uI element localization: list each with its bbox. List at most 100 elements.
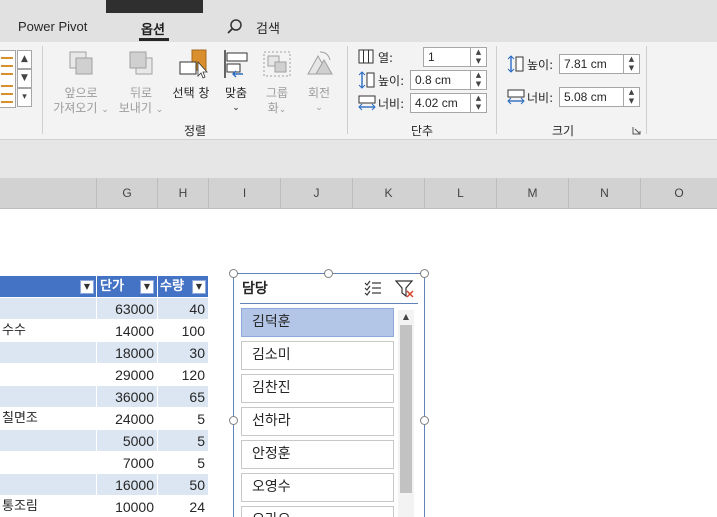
table-cell-text[interactable]: 칠면조 bbox=[0, 408, 97, 430]
resize-handle[interactable] bbox=[229, 416, 238, 425]
slicer-item[interactable]: 안정훈 bbox=[241, 440, 394, 469]
table-header-price[interactable]: 단가 ▼ bbox=[97, 276, 158, 298]
slicer-scrollbar[interactable]: ▲ bbox=[398, 310, 414, 517]
table-cell-qty[interactable]: 40 bbox=[158, 298, 209, 320]
scroll-thumb[interactable] bbox=[400, 325, 412, 493]
resize-handle[interactable] bbox=[420, 416, 429, 425]
resize-handle[interactable] bbox=[229, 269, 238, 278]
clear-filter-icon[interactable] bbox=[395, 280, 415, 298]
table-cell-price[interactable]: 18000 bbox=[97, 342, 158, 364]
slicer-height-spinner[interactable]: ▲ ▼ bbox=[624, 54, 640, 74]
filter-dropdown-icon[interactable]: ▼ bbox=[192, 280, 206, 294]
table-cell-price[interactable]: 29000 bbox=[97, 364, 158, 386]
table-cell-text[interactable] bbox=[0, 298, 97, 320]
button-height-spinner[interactable]: ▲ ▼ bbox=[471, 70, 487, 90]
button-width-input[interactable]: 4.02 cm bbox=[410, 93, 471, 113]
resize-handle[interactable] bbox=[324, 269, 333, 278]
table-cell-qty[interactable]: 24 bbox=[158, 496, 209, 517]
active-tab-indicator-dark bbox=[106, 0, 203, 13]
table-cell-price[interactable]: 7000 bbox=[97, 452, 158, 474]
ribbon-tab-row: Power Pivot 옵션 검색 bbox=[0, 13, 717, 42]
slicer-panel[interactable]: 담당 김덕훈김소미김찬진선하라안정훈오영수오라오 ▲ bbox=[233, 273, 425, 517]
button-height-input[interactable]: 0.8 cm bbox=[410, 70, 471, 90]
column-header-o[interactable]: O bbox=[640, 178, 717, 209]
table-header-qty[interactable]: 수량 ▼ bbox=[158, 276, 209, 298]
column-header-j[interactable]: J bbox=[280, 178, 352, 209]
table-cell-qty[interactable]: 5 bbox=[158, 430, 209, 452]
send-backward-label-2: 보내기 bbox=[118, 101, 152, 115]
slicer-item[interactable]: 오라오 bbox=[241, 506, 394, 517]
column-header-g[interactable]: G bbox=[96, 178, 157, 209]
bring-forward-button[interactable]: 앞으로 가져오기 ⌄ bbox=[50, 48, 112, 118]
table-cell-price[interactable]: 10000 bbox=[97, 496, 158, 517]
column-header-m[interactable]: M bbox=[496, 178, 568, 209]
table-cell-text[interactable]: 수수 bbox=[0, 320, 97, 342]
search-box-label[interactable]: 검색 bbox=[256, 18, 280, 37]
table-cell-qty[interactable]: 65 bbox=[158, 386, 209, 408]
dialog-launcher-icon[interactable] bbox=[632, 126, 641, 135]
slicer-title: 담당 bbox=[242, 281, 268, 297]
column-headers: G H I J K L M N O bbox=[0, 178, 717, 209]
scroll-up-icon[interactable]: ▲ bbox=[398, 310, 414, 324]
gallery-down-button[interactable]: ▼ bbox=[17, 69, 32, 88]
table-cell-qty[interactable]: 50 bbox=[158, 474, 209, 496]
table-cell-price[interactable]: 24000 bbox=[97, 408, 158, 430]
table-cell-qty[interactable]: 5 bbox=[158, 452, 209, 474]
slicer-width-input[interactable]: 5.08 cm bbox=[559, 87, 624, 107]
rotate-button[interactable]: 회전 ⌄ bbox=[300, 48, 338, 116]
filter-dropdown-icon[interactable]: ▼ bbox=[80, 280, 94, 294]
slicer-height-input[interactable]: 7.81 cm bbox=[559, 54, 624, 74]
button-width-spinner[interactable]: ▲ ▼ bbox=[471, 93, 487, 113]
send-backward-button[interactable]: 뒤로 보내기 ⌄ bbox=[115, 48, 167, 118]
table-cell-qty[interactable]: 120 bbox=[158, 364, 209, 386]
filter-dropdown-icon[interactable]: ▼ bbox=[140, 280, 154, 294]
align-button[interactable]: 맞춤 ⌄ bbox=[217, 48, 255, 116]
tab-options[interactable]: 옵션 bbox=[141, 19, 165, 38]
table-cell-text[interactable] bbox=[0, 364, 97, 386]
slicer-item[interactable]: 김덕훈 bbox=[241, 308, 394, 337]
table-header-cell[interactable]: ▼ bbox=[0, 276, 97, 298]
column-header-n[interactable]: N bbox=[568, 178, 640, 209]
table-cell-text[interactable] bbox=[0, 452, 97, 474]
columns-input[interactable]: 1 bbox=[423, 47, 471, 67]
table-row: 63000 40 bbox=[0, 298, 210, 320]
column-header-l[interactable]: L bbox=[424, 178, 496, 209]
table-cell-qty[interactable]: 100 bbox=[158, 320, 209, 342]
table-cell-price[interactable]: 14000 bbox=[97, 320, 158, 342]
table-cell-price[interactable]: 63000 bbox=[97, 298, 158, 320]
slicer-item[interactable]: 오영수 bbox=[241, 473, 394, 502]
gallery-up-button[interactable]: ▲ bbox=[17, 50, 32, 69]
gallery-more-button[interactable]: ▾ bbox=[17, 88, 32, 107]
resize-handle[interactable] bbox=[420, 269, 429, 278]
column-header-k[interactable]: K bbox=[352, 178, 424, 209]
height-icon bbox=[358, 71, 375, 89]
slicer-item[interactable]: 김찬진 bbox=[241, 374, 394, 403]
table-cell-price[interactable]: 5000 bbox=[97, 430, 158, 452]
column-header-h[interactable]: H bbox=[157, 178, 208, 209]
slicer-item[interactable]: 김소미 bbox=[241, 341, 394, 370]
table-cell-text[interactable]: 통조림 bbox=[0, 496, 97, 517]
slicer-item[interactable]: 선하라 bbox=[241, 407, 394, 436]
group-button[interactable]: 그룹 화⌄ bbox=[259, 48, 295, 118]
chevron-down-icon: ⌄ bbox=[155, 105, 164, 115]
table-cell-price[interactable]: 16000 bbox=[97, 474, 158, 496]
table-cell-text[interactable] bbox=[0, 474, 97, 496]
columns-spinner[interactable]: ▲ ▼ bbox=[471, 47, 487, 67]
table-cell-qty[interactable]: 30 bbox=[158, 342, 209, 364]
multi-select-icon[interactable] bbox=[364, 280, 382, 296]
table-row: 18000 30 bbox=[0, 342, 210, 364]
slicer-width-label: 너비: bbox=[527, 91, 554, 105]
ribbon-options: ▲ ▼ ▾ 앞으로 가져오기 ⌄ 뒤로 보내기 ⌄ 선택 창 맞춤 ⌄ 그룹 화… bbox=[0, 42, 717, 140]
table-cell-text[interactable] bbox=[0, 386, 97, 408]
table-cell-text[interactable] bbox=[0, 342, 97, 364]
tab-power-pivot[interactable]: Power Pivot bbox=[18, 19, 87, 34]
column-header-i[interactable]: I bbox=[208, 178, 280, 209]
slicer-width-spinner[interactable]: ▲ ▼ bbox=[624, 87, 640, 107]
slicer-style-gallery[interactable] bbox=[0, 50, 16, 108]
table-cell-qty[interactable]: 5 bbox=[158, 408, 209, 430]
height-icon bbox=[507, 55, 524, 73]
table-cell-price[interactable]: 36000 bbox=[97, 386, 158, 408]
search-icon[interactable] bbox=[226, 18, 244, 36]
table-cell-text[interactable] bbox=[0, 430, 97, 452]
selection-pane-button[interactable]: 선택 창 bbox=[169, 48, 213, 101]
